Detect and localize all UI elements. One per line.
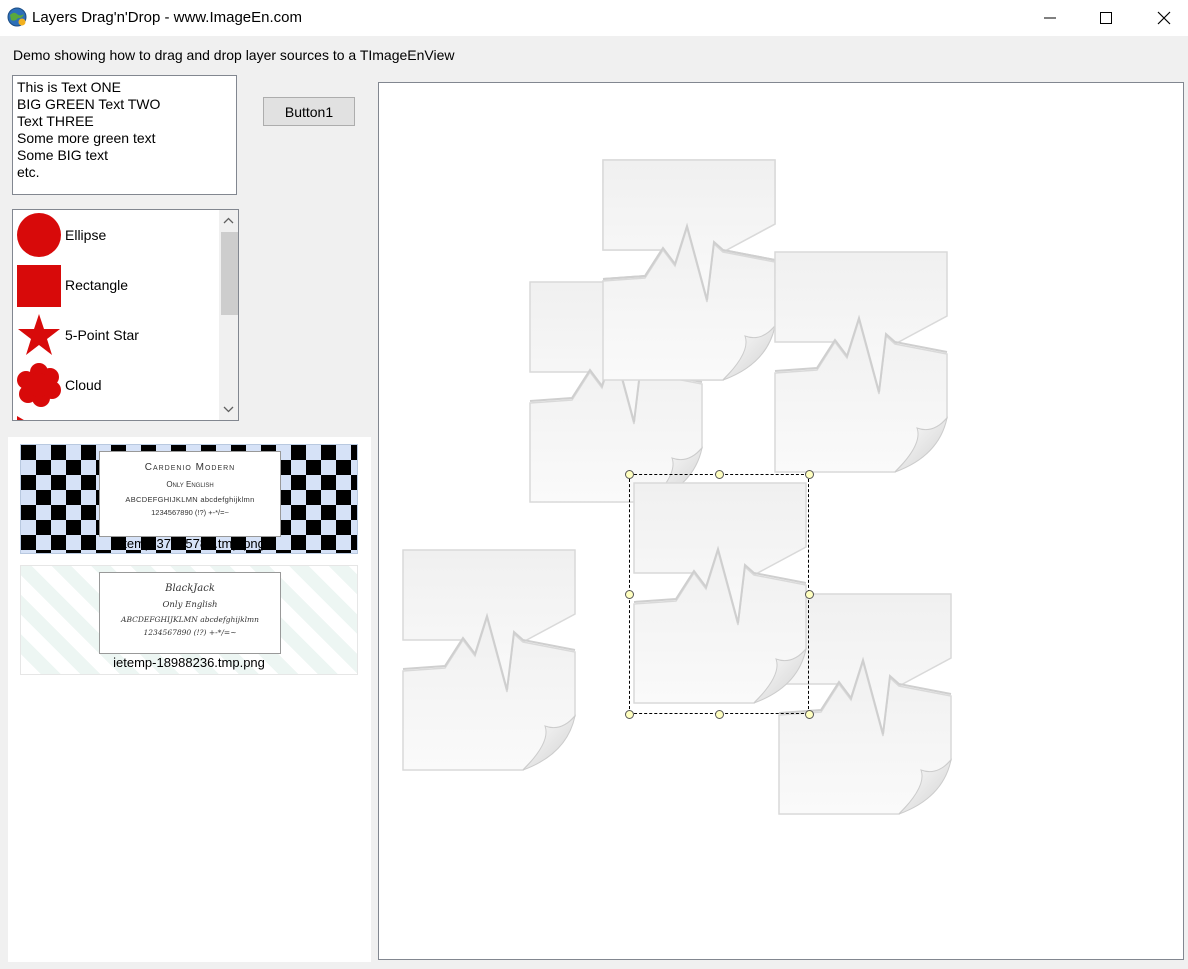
window-title: Layers Drag'n'Drop - www.ImageEn.com — [32, 9, 302, 26]
font-sample-title: BlackJack — [165, 583, 215, 594]
resize-handle[interactable] — [805, 590, 814, 599]
shape-item-label: 5-Point Star — [65, 327, 139, 343]
font-sample-alphabet: ABCDEFGHIJKLMN abcdefghijklmn — [121, 615, 259, 624]
layer-document-heartbeat-icon[interactable] — [401, 546, 577, 772]
shape-item-label: Rectangle — [65, 277, 129, 293]
title-bar: Layers Drag'n'Drop - www.ImageEn.com — [0, 0, 1188, 36]
font-sample-card: BlackJack Only English ABCDEFGHIJKLMN ab… — [99, 572, 281, 654]
thumbnail-item[interactable]: Cardenio Modern Only English ABCDEFGHIJK… — [20, 444, 358, 554]
resize-handle[interactable] — [715, 470, 724, 479]
description-label: Demo showing how to drag and drop layer … — [13, 47, 455, 63]
text-memo[interactable]: This is Text ONE BIG GREEN Text TWO Text… — [12, 75, 237, 195]
minimize-button[interactable] — [1021, 0, 1079, 36]
chevron-down-icon[interactable] — [223, 404, 234, 415]
memo-line: BIG GREEN Text TWO — [17, 96, 161, 112]
rectangle-icon — [17, 265, 61, 307]
scroll-thumb[interactable] — [221, 232, 238, 315]
font-sample-digits: 1234567890 (!?) +-*/=~ — [151, 508, 229, 517]
resize-handle[interactable] — [715, 710, 724, 719]
thumbnail-panel[interactable]: Cardenio Modern Only English ABCDEFGHIJK… — [8, 437, 371, 962]
ellipse-icon — [17, 213, 61, 257]
thumbnail-caption: ietemp-18988236.tmp.png — [113, 655, 265, 670]
font-sample-subtitle: Only English — [162, 600, 218, 610]
image-en-view[interactable] — [378, 82, 1184, 960]
memo-line: etc. — [17, 164, 40, 180]
minimize-icon — [1044, 17, 1056, 19]
resize-handle[interactable] — [625, 590, 634, 599]
resize-handle[interactable] — [805, 710, 814, 719]
thumbnail-caption: ietemp-37405781.tmp.png — [113, 536, 265, 551]
globe-app-icon — [7, 7, 27, 27]
cloud-icon — [17, 363, 61, 407]
shape-item-rectangle[interactable]: Rectangle — [17, 260, 217, 310]
layer-document-heartbeat-icon[interactable] — [773, 248, 949, 474]
thumbnail-item[interactable]: BlackJack Only English ABCDEFGHIJKLMN ab… — [20, 565, 358, 675]
close-icon — [1157, 11, 1171, 25]
selection-box[interactable] — [625, 470, 814, 719]
shape-item-partial[interactable] — [17, 410, 217, 420]
maximize-button[interactable] — [1077, 0, 1135, 36]
font-sample-card: Cardenio Modern Only English ABCDEFGHIJK… — [99, 451, 281, 537]
resize-handle[interactable] — [805, 470, 814, 479]
layer-document-heartbeat-icon[interactable] — [601, 156, 777, 382]
memo-line: Some BIG text — [17, 147, 109, 163]
resize-handle[interactable] — [625, 710, 634, 719]
close-button[interactable] — [1135, 0, 1188, 36]
memo-line: Text THREE — [17, 113, 94, 129]
font-sample-title: Cardenio Modern — [144, 462, 236, 473]
shape-list-scrollbar[interactable] — [219, 210, 238, 420]
shape-item-ellipse[interactable]: Ellipse — [17, 210, 217, 260]
star-icon — [18, 314, 60, 355]
memo-line: Some more green text — [17, 130, 156, 146]
shape-item-label: Cloud — [65, 377, 102, 393]
font-sample-digits: 1234567890 (!?) +-*/=~ — [143, 628, 237, 637]
maximize-icon — [1100, 12, 1112, 24]
shape-item-star[interactable]: 5-Point Star — [17, 310, 217, 360]
shape-partial-icon — [17, 416, 24, 420]
font-sample-subtitle: Only English — [166, 480, 214, 489]
button1[interactable]: Button1 — [263, 97, 355, 126]
chevron-up-icon[interactable] — [223, 215, 234, 226]
resize-handle[interactable] — [625, 470, 634, 479]
shape-item-label: Ellipse — [65, 227, 107, 243]
shape-item-cloud[interactable]: Cloud — [17, 360, 217, 410]
shape-listbox[interactable]: Ellipse Rectangle 5-Point Star Cloud — [12, 209, 239, 421]
memo-line: This is Text ONE — [17, 79, 121, 95]
font-sample-alphabet: ABCDEFGHIJKLMN abcdefghijklmn — [125, 495, 255, 504]
